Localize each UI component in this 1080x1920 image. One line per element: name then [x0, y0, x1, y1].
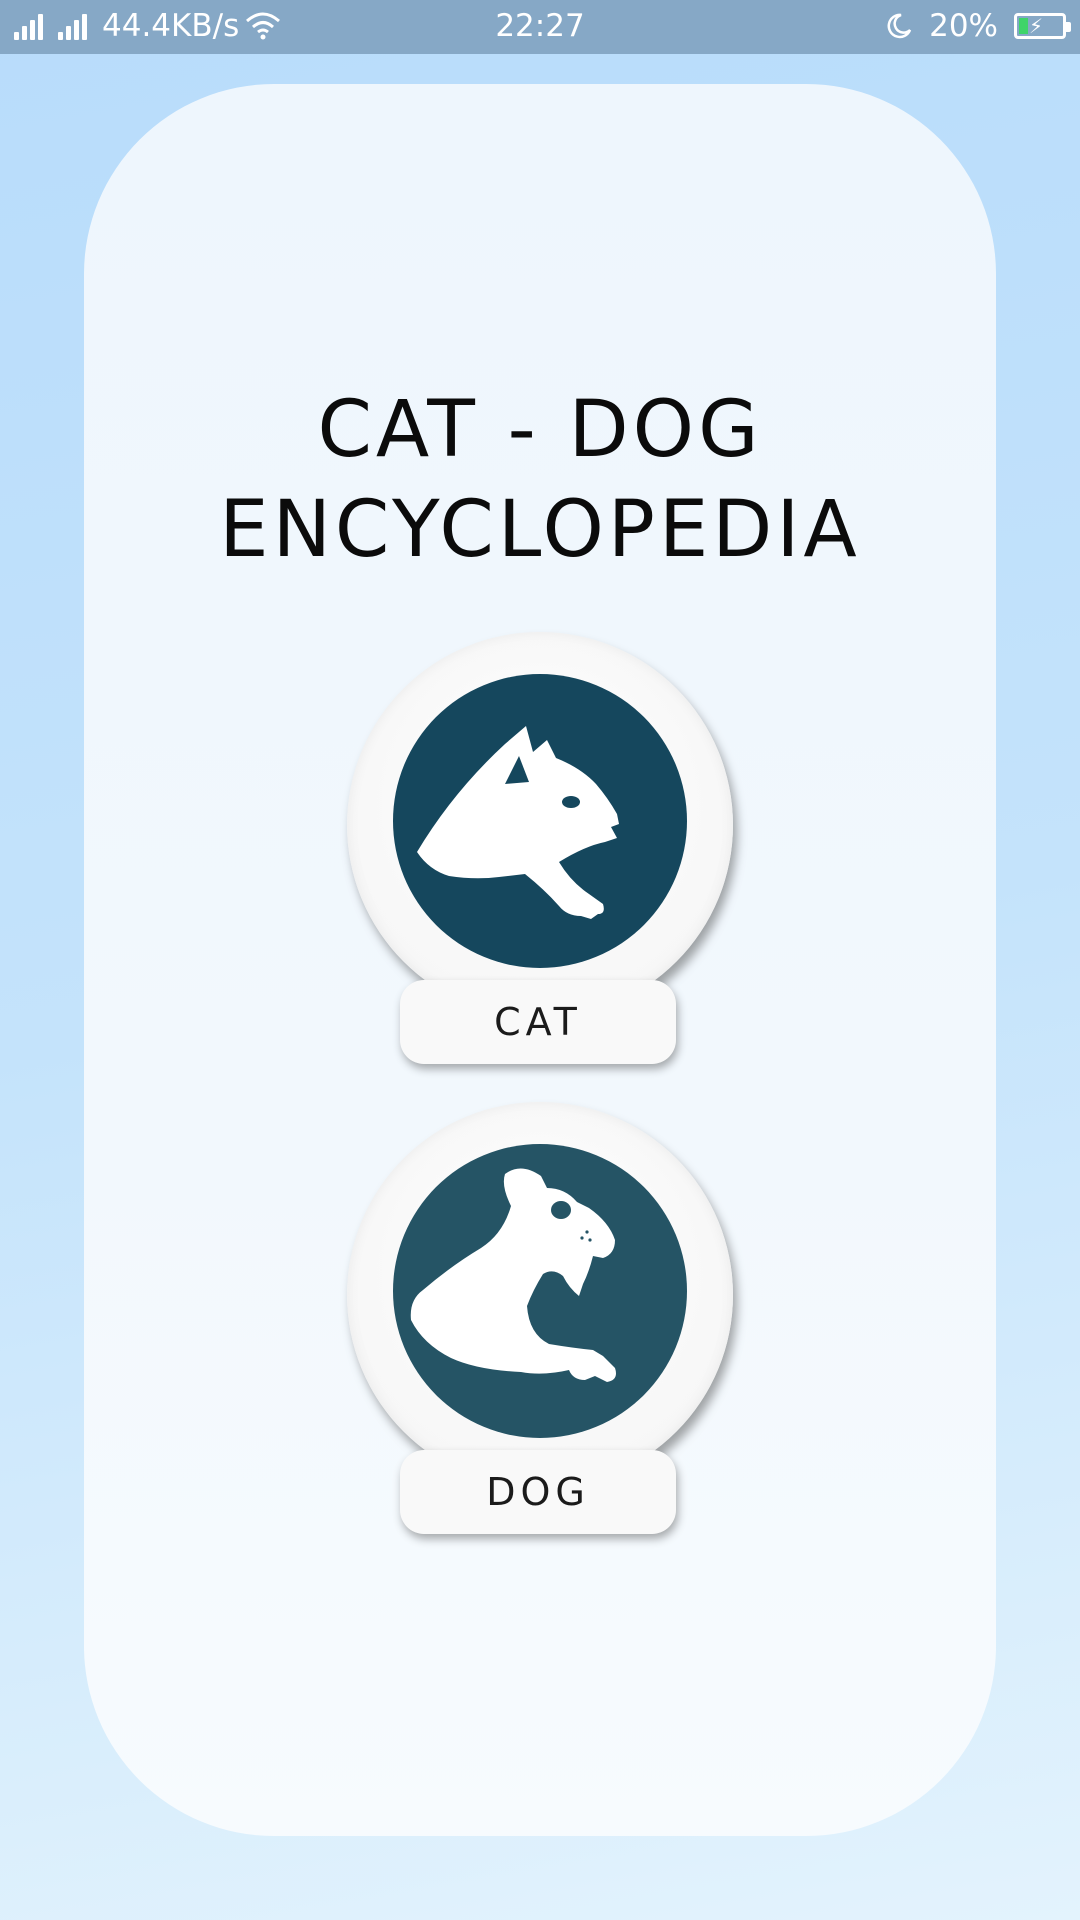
moon-icon	[887, 13, 912, 39]
title-line-1: CAT - DOG	[317, 385, 763, 475]
status-right: 20% ⚡	[885, 8, 1071, 44]
dog-label[interactable]: DOG	[400, 1450, 676, 1534]
title-line-2: ENCYCLOPEDIA	[219, 485, 861, 575]
page-title: CAT - DOG ENCYCLOPEDIA	[84, 380, 996, 580]
dog-button[interactable]: DOG	[347, 1102, 733, 1534]
battery-charging-icon: ⚡	[1014, 13, 1071, 39]
cat-silhouette-icon[interactable]	[393, 674, 687, 968]
cat-button[interactable]: CAT	[347, 632, 733, 1064]
cat-label[interactable]: CAT	[400, 980, 676, 1064]
status-bar: 44.4KB/s 22:27 20% ⚡	[0, 0, 1080, 54]
battery-percent: 20%	[929, 8, 998, 44]
main-card: CAT - DOG ENCYCLOPEDIA CAT DOG	[84, 84, 996, 1836]
dog-silhouette-icon[interactable]	[393, 1144, 687, 1438]
